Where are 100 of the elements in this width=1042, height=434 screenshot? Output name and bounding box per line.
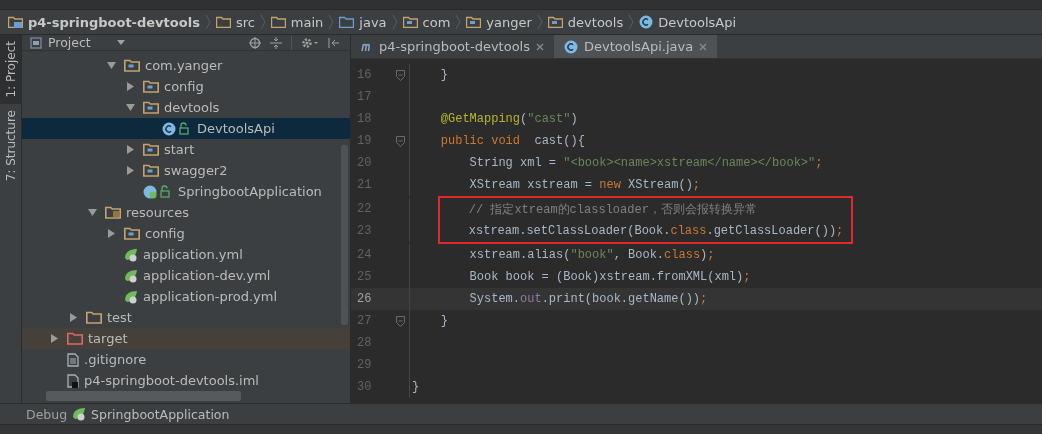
code-line: xstream.alias("book", Book.class);	[469, 248, 715, 262]
folder-icon	[124, 59, 140, 72]
tree-item[interactable]: devtools	[22, 97, 350, 118]
scrollbar-thumb[interactable]	[46, 391, 241, 401]
collapsed-arrow-icon[interactable]	[69, 313, 78, 322]
spring-leaf-icon	[124, 247, 138, 262]
crosshair-icon[interactable]	[249, 36, 261, 49]
folder-icon	[143, 143, 159, 156]
tree-item[interactable]: config	[22, 223, 350, 244]
tree-item[interactable]: start	[22, 139, 350, 160]
code-line: }	[412, 380, 420, 394]
tree-item[interactable]: application.yml	[22, 244, 350, 265]
tree-item[interactable]: target	[22, 328, 350, 349]
tree-item[interactable]: test	[22, 307, 350, 328]
folder-icon	[402, 16, 418, 28]
breadcrumb-item[interactable]: com	[402, 14, 451, 30]
chevron-icon	[204, 14, 211, 30]
editor-tab[interactable]: p4-springboot-devtools	[351, 35, 554, 58]
close-icon[interactable]	[535, 42, 544, 51]
code-line: }	[440, 314, 448, 328]
line-number: 25	[356, 270, 373, 284]
folder-icon	[143, 101, 159, 114]
fold-marker-icon[interactable]	[395, 69, 405, 81]
spring-leaf-icon	[72, 407, 87, 421]
chevron-icon	[536, 14, 543, 30]
breadcrumb-item[interactable]: DevtoolsApi	[639, 14, 737, 30]
tree-item[interactable]: p4-springboot-devtools.iml	[22, 370, 350, 391]
chevron-icon	[328, 14, 335, 30]
folder-icon	[215, 16, 231, 28]
breadcrumb-item[interactable]: yanger	[466, 14, 532, 30]
line-number: 16	[356, 68, 373, 82]
collapsed-arrow-icon[interactable]	[107, 229, 116, 238]
chevron-icon	[391, 14, 398, 30]
class-icon	[563, 39, 578, 54]
tree-item[interactable]: config	[22, 76, 350, 97]
code-line: // 指定xtream的classloader，否则会报转换异常	[468, 201, 757, 218]
tree-item[interactable]: application-prod.yml	[22, 286, 350, 307]
spring-leaf-icon	[124, 289, 138, 304]
breadcrumb-item[interactable]: src	[215, 14, 255, 30]
view-dropdown[interactable]: Project	[30, 35, 125, 50]
code-line: public void cast(){	[440, 134, 585, 148]
module-file-icon	[67, 373, 79, 388]
breadcrumb-item[interactable]: p4-springboot-devtools	[8, 14, 200, 30]
line-number: 18	[356, 112, 373, 126]
breadcrumb-item[interactable]: main	[270, 14, 324, 30]
folder-icon	[67, 332, 83, 345]
folder-icon	[143, 164, 159, 177]
tool-window-tab[interactable]: 7: Structure	[0, 103, 21, 187]
line-number: 21	[356, 178, 373, 192]
collapsed-arrow-icon[interactable]	[50, 334, 59, 343]
line-number: 27	[356, 314, 373, 328]
tree-item[interactable]: swagger2	[22, 160, 350, 181]
class-icon	[162, 121, 192, 136]
hide-panel-icon[interactable]	[328, 36, 340, 49]
line-number: 22	[356, 202, 373, 216]
folder-icon	[8, 16, 23, 28]
breadcrumb-item[interactable]: java	[339, 14, 387, 30]
chevron-icon	[628, 14, 635, 30]
fold-marker-icon[interactable]	[395, 135, 405, 147]
fold-marker-icon[interactable]	[395, 315, 405, 327]
editor-tab[interactable]: DevtoolsApi.java	[553, 35, 718, 58]
line-number: 26	[356, 292, 373, 306]
line-number: 19	[356, 134, 373, 148]
chevron-icon	[259, 14, 266, 30]
text-file-icon	[67, 352, 79, 367]
tree-item[interactable]: resources	[22, 202, 350, 223]
line-number: 17	[356, 90, 373, 104]
expanded-arrow-icon[interactable]	[107, 61, 116, 70]
code-line: xstream.setClassLoader(Book.class.getClassLoader());	[468, 224, 844, 238]
folder-icon	[124, 227, 140, 240]
tree-item[interactable]: DevtoolsApi	[22, 118, 350, 139]
tool-window-tab[interactable]: 1: Project	[0, 35, 21, 104]
chevron-icon	[455, 14, 462, 30]
folder-icon	[143, 80, 159, 93]
run-configuration-tab[interactable]: SpringbootApplication	[91, 406, 230, 422]
code-line: XStream xstream = new XStream();	[469, 178, 701, 192]
collapsed-arrow-icon[interactable]	[126, 145, 135, 154]
spring-class-icon	[143, 184, 173, 199]
caret-icon	[117, 40, 125, 45]
tree-item[interactable]: com.yanger	[22, 55, 350, 76]
tree-item[interactable]: application-dev.yml	[22, 265, 350, 286]
code-line: @GetMapping("cast")	[440, 112, 578, 126]
folder-icon	[270, 16, 286, 28]
tree-item[interactable]: .gitignore	[22, 349, 350, 370]
folder-icon	[466, 16, 482, 28]
close-icon[interactable]	[699, 42, 708, 51]
spring-leaf-icon	[124, 268, 138, 283]
collapsed-arrow-icon[interactable]	[126, 166, 135, 175]
folder-icon	[86, 311, 102, 324]
expanded-arrow-icon[interactable]	[88, 208, 97, 217]
line-number: 20	[356, 156, 373, 170]
line-number: 28	[356, 336, 373, 350]
code-line: String xml = "<book><name>xstream</name></book>";	[469, 156, 823, 170]
expanded-arrow-icon[interactable]	[126, 103, 135, 112]
breadcrumb-item[interactable]: devtools	[547, 14, 624, 30]
collapse-icon[interactable]	[270, 36, 282, 49]
collapsed-arrow-icon[interactable]	[126, 82, 135, 91]
tree-item[interactable]: SpringbootApplication	[22, 181, 350, 202]
folder-icon	[105, 206, 121, 219]
settings-icon[interactable]	[301, 36, 319, 49]
